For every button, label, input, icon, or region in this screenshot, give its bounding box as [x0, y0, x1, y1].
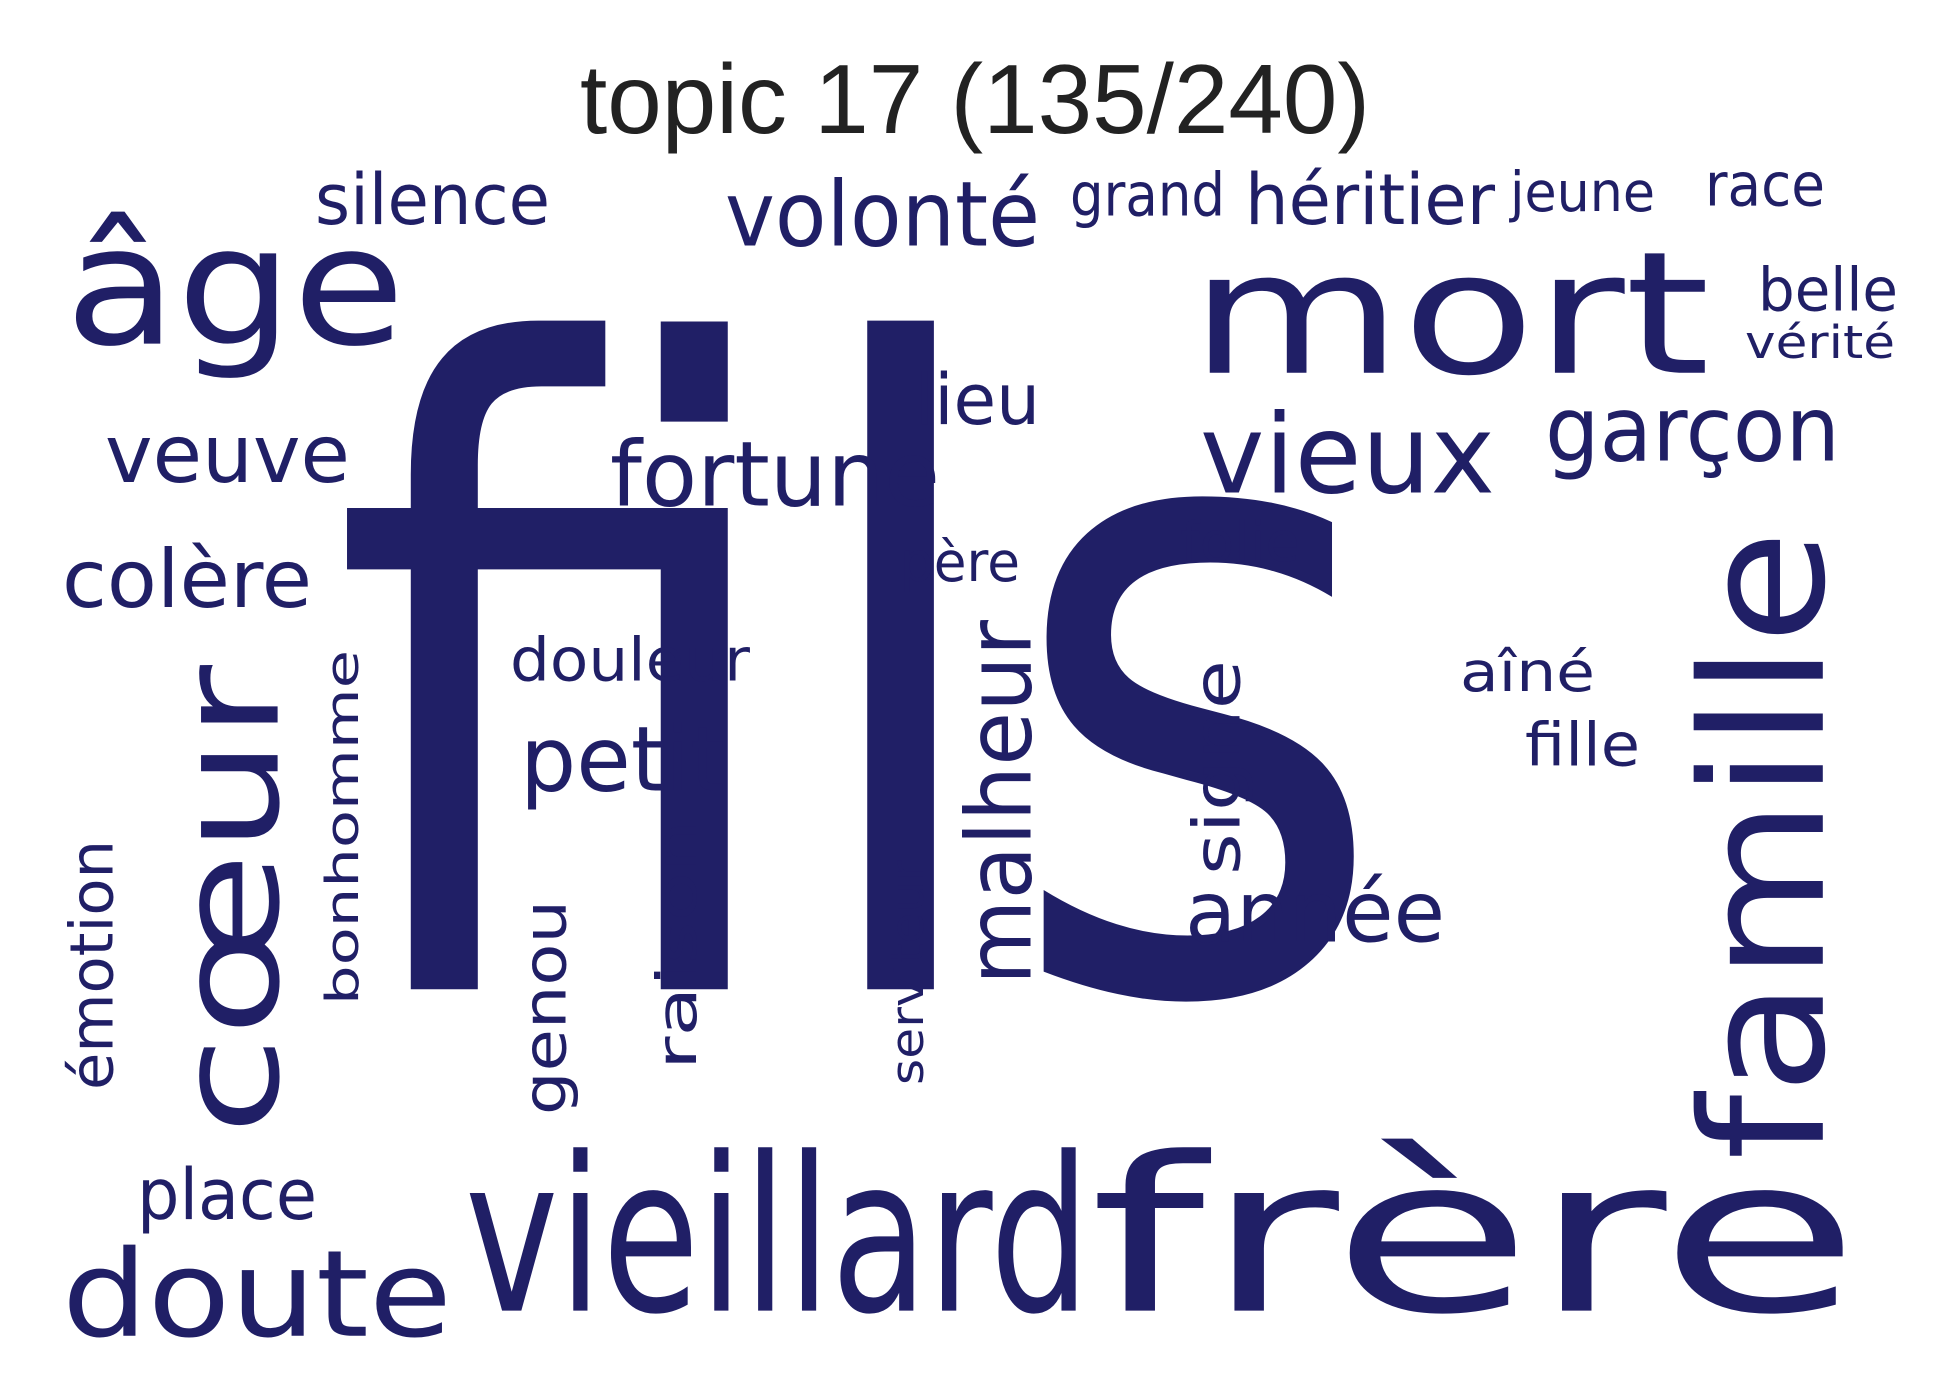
word-lieu: lieu: [915, 358, 1040, 441]
word-vieux: vieux: [1200, 390, 1495, 519]
word-fortune: fortune: [610, 421, 940, 528]
word-aine: aîné: [1460, 640, 1595, 705]
word-veuve: veuve: [105, 407, 350, 502]
word-cloud: fils vieillard frère famille mort cœur âge dout…: [0, 0, 1950, 1400]
word-volonte: volonté: [725, 161, 1040, 268]
word-heritier: héritier: [1245, 158, 1495, 241]
word-coeur: cœur: [147, 665, 312, 1135]
word-silence: silence: [315, 158, 550, 241]
word-serviteur: serviteur: [880, 860, 934, 1085]
word-place: place: [137, 1153, 317, 1236]
word-grand: grand: [1070, 159, 1225, 230]
word-raison: raison: [645, 820, 710, 1070]
word-bonhomme: bonhomme: [315, 650, 369, 1005]
word-jeune: jeune: [1510, 160, 1655, 225]
word-pere: père: [900, 530, 1020, 595]
word-famille: famille: [1664, 530, 1864, 1160]
word-doute: doute: [62, 1224, 452, 1365]
word-garcon: garçon: [1545, 376, 1840, 483]
word-colere: colère: [62, 532, 312, 627]
word-mort: mort: [1190, 214, 1710, 414]
word-annee: année: [1185, 862, 1445, 962]
word-belle: belle: [1758, 254, 1898, 325]
word-verite: vérité: [1745, 315, 1895, 369]
word-cloud-figure: topic 17 (135/240) fils vieillard frère fam…: [0, 0, 1950, 1400]
word-malheur: malheur: [946, 620, 1053, 985]
word-signe: signe: [1179, 660, 1256, 875]
word-vieillard: vieillard: [465, 1110, 1090, 1363]
word-genou: genou: [509, 900, 580, 1115]
word-frere: frère: [1090, 1110, 1860, 1363]
word-folie: folie: [1180, 510, 1300, 575]
word-petit: petit: [520, 706, 725, 813]
word-fille: fille: [1525, 709, 1640, 780]
word-emotion: émotion: [56, 840, 127, 1090]
word-race: race: [1705, 149, 1825, 220]
word-douleur: douleur: [510, 624, 750, 695]
